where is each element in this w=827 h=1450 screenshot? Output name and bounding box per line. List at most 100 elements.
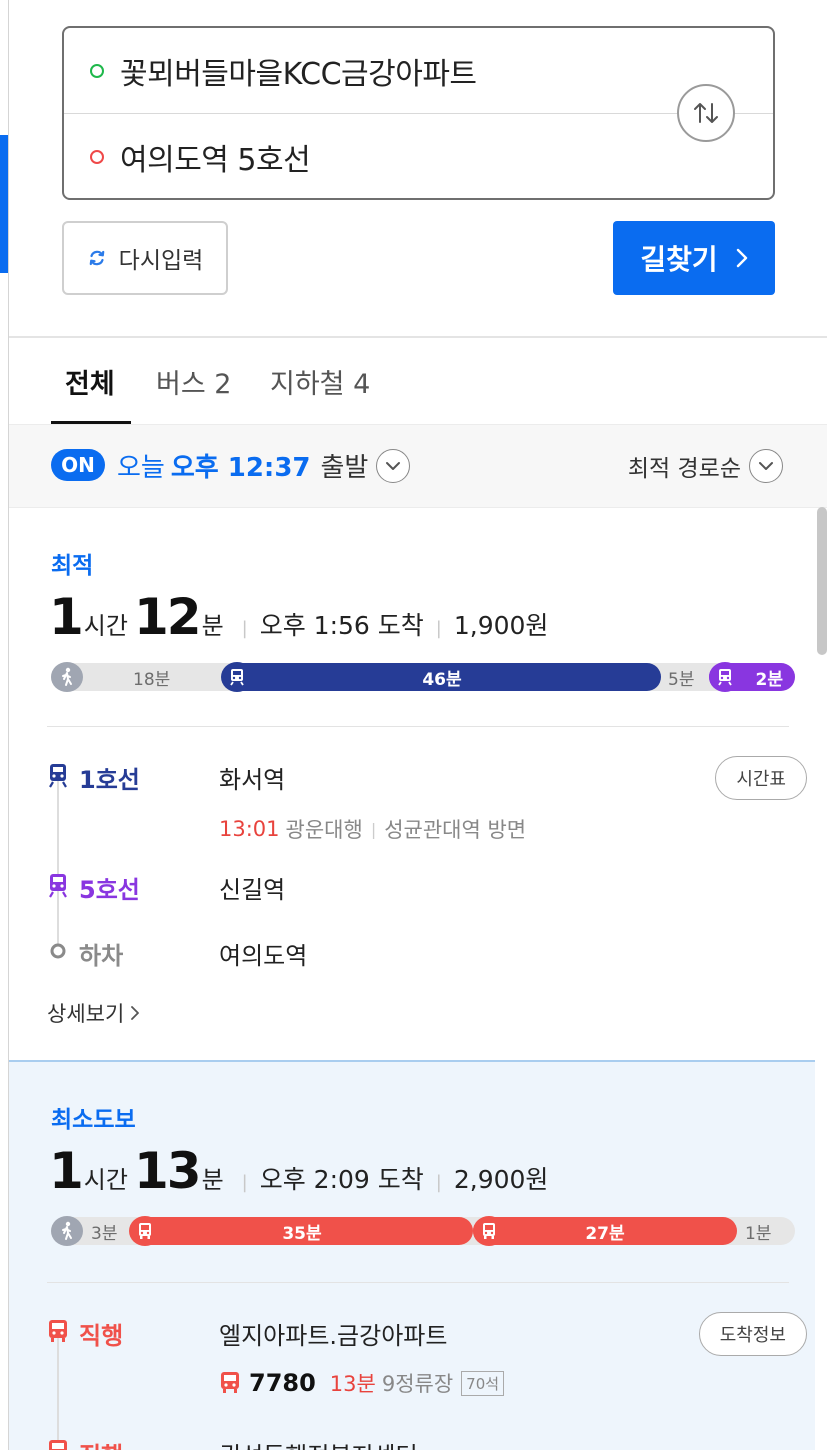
station-name: 여의도역	[219, 942, 308, 970]
arrival-time: 오후 1:56 도착	[259, 611, 424, 640]
reset-button[interactable]: 다시입력	[62, 221, 228, 295]
route-line	[57, 778, 59, 948]
sort-selector[interactable]: 최적 경로순	[628, 449, 783, 483]
route-card-min-walk[interactable]: 최소도보 1 시간 13 분 | 오후 2:09 도착 | 2,900원 3분 …	[9, 1060, 815, 1450]
timetable-button[interactable]: 시간표	[715, 756, 807, 800]
find-route-label: 길찾기	[640, 243, 718, 276]
chevron-down-icon	[376, 448, 411, 483]
chevron-right-icon	[736, 248, 747, 268]
route-card-best[interactable]: 최적 1 시간 12 분 | 오후 1:56 도착 | 1,900원 18분 4…	[9, 508, 815, 1060]
refresh-icon	[89, 250, 104, 266]
chevron-down-icon	[749, 449, 783, 483]
departure-time: 오후 12:37	[170, 453, 311, 483]
station-name: 신길역	[219, 876, 286, 904]
route-leg[interactable]: 직행 엘지아파트.금강아파트 도착정보	[47, 1312, 807, 1356]
sort-label: 최적 경로순	[627, 456, 741, 482]
route-timeline-bar: 18분 46분 5분 2분	[51, 662, 795, 692]
fare: 2,900원	[453, 1165, 549, 1194]
tab-bus[interactable]: 버스 2	[156, 362, 231, 401]
duration-hours: 1	[49, 588, 84, 646]
tab-subway[interactable]: 지하철 4	[270, 362, 370, 401]
transport-tabs: 전체 버스 2 지하철 4	[9, 338, 827, 424]
walk-duration: 3분	[91, 1223, 118, 1244]
bus-number: 7780	[249, 1369, 316, 1397]
stop-name: 엘지아파트.금강아파트	[219, 1322, 448, 1350]
bus-info: 7780 13분 9정류장 70석	[219, 1368, 505, 1398]
arrival-info-button[interactable]: 도착정보	[698, 1312, 807, 1356]
chevron-right-icon	[131, 1006, 140, 1020]
line-name: 1호선	[79, 766, 140, 794]
seat-count: 70석	[461, 1370, 505, 1396]
duration-minutes: 13	[133, 1142, 202, 1200]
minutes-unit: 분	[201, 612, 224, 640]
stop-name: 권선동행정복지센터	[219, 1436, 418, 1450]
swap-button[interactable]	[677, 84, 735, 142]
subway-duration: 2분	[755, 669, 783, 690]
bus-type: 직행	[79, 1322, 124, 1350]
departure-time-selector[interactable]: 오늘 오후 12:37 출발	[117, 447, 411, 484]
train-time: 13:01	[219, 817, 280, 841]
subway-icon	[47, 762, 69, 792]
subway-icon	[221, 662, 253, 692]
minutes-unit: 분	[201, 1166, 224, 1194]
bus-segment: 27분	[473, 1217, 737, 1245]
walk-icon	[51, 662, 83, 692]
active-panel-indicator	[0, 135, 8, 273]
alight-label: 하차	[79, 942, 124, 970]
route-leg[interactable]: 5호선 신길역	[47, 866, 807, 910]
subway-segment: 46분	[223, 663, 661, 691]
bus-icon	[47, 1318, 69, 1348]
duration-hours: 1	[49, 1142, 84, 1200]
bus-icon	[221, 1372, 239, 1393]
bus-duration: 27분	[585, 1223, 625, 1244]
departure-label: 출발	[320, 453, 369, 483]
route-input-box: 꽃뫼버들마을KCC금강아파트 여의도역 5호선	[62, 26, 775, 200]
departure-day: 오늘	[117, 453, 165, 483]
train-platform: 성균관대역 방면	[384, 818, 527, 842]
tab-all[interactable]: 전체	[65, 362, 115, 401]
route-leg[interactable]: 1호선 화서역 시간표	[47, 756, 807, 800]
route-badge: 최적	[51, 553, 94, 579]
find-route-button[interactable]: 길찾기	[613, 221, 775, 295]
bus-icon	[473, 1216, 505, 1246]
bus-segment: 35분	[131, 1217, 473, 1245]
train-direction: 광운대행	[285, 818, 363, 842]
duration-minutes: 12	[133, 588, 202, 646]
line-name: 5호선	[79, 876, 140, 904]
walk-duration: 1분	[745, 1223, 772, 1244]
stop-count: 9정류장	[381, 1372, 454, 1396]
train-info: 13:01 광운대행 | 성균관대역 방면	[219, 814, 526, 844]
fare: 1,900원	[453, 611, 549, 640]
bus-icon	[129, 1216, 161, 1246]
alight-marker-icon	[49, 942, 67, 964]
route-leg[interactable]: 직행 권선동행정복지센터	[47, 1432, 807, 1450]
route-summary: 1 시간 13 분 | 오후 2:09 도착 | 2,900원	[49, 1142, 549, 1200]
walk-duration: 5분	[668, 669, 695, 690]
subway-icon	[709, 662, 741, 692]
arrival-time: 오후 2:09 도착	[259, 1165, 424, 1194]
walk-duration: 18분	[133, 669, 171, 690]
origin-field[interactable]: 꽃뫼버들마을KCC금강아파트	[64, 28, 773, 114]
route-timeline-bar: 3분 35분 27분 1분	[51, 1216, 795, 1246]
destination-field[interactable]: 여의도역 5호선	[64, 114, 773, 200]
route-search-page: 꽃뫼버들마을KCC금강아파트 여의도역 5호선 다시입력 길찾기 전체 버스 2…	[0, 0, 827, 1450]
route-summary: 1 시간 12 분 | 오후 1:56 도착 | 1,900원	[49, 588, 549, 646]
origin-marker-icon	[90, 63, 104, 78]
hours-unit: 시간	[83, 612, 128, 640]
station-name: 화서역	[219, 766, 286, 794]
subway-duration: 46분	[422, 669, 462, 690]
scrollbar-thumb[interactable]	[817, 507, 827, 655]
departure-filter-bar: ON 오늘 오후 12:37 출발 최적 경로순	[9, 424, 827, 508]
route-leg[interactable]: 하차 여의도역	[47, 932, 807, 976]
bus-type: 직행	[79, 1436, 123, 1450]
realtime-on-badge[interactable]: ON	[51, 449, 105, 481]
destination-marker-icon	[90, 150, 104, 164]
detail-link[interactable]: 상세보기	[47, 998, 142, 1028]
reset-label: 다시입력	[118, 248, 204, 274]
swap-arrows-icon	[694, 103, 718, 123]
hours-unit: 시간	[83, 1166, 128, 1194]
bus-eta: 13분	[329, 1372, 376, 1396]
origin-text: 꽃뫼버들마을KCC금강아파트	[120, 56, 477, 92]
route-badge: 최소도보	[51, 1107, 136, 1133]
bus-icon	[47, 1438, 69, 1450]
